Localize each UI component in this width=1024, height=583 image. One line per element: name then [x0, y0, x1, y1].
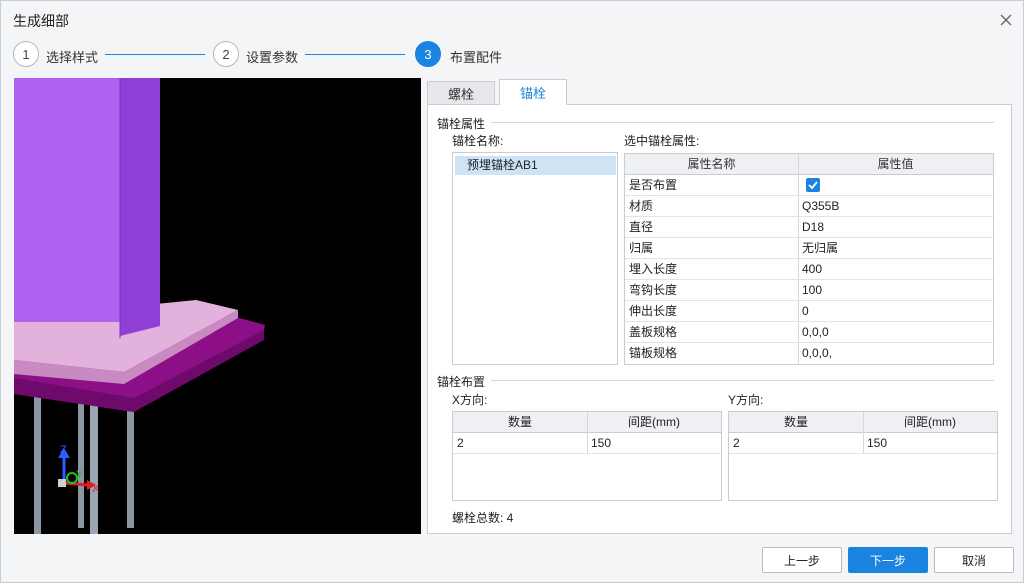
close-icon[interactable] — [997, 11, 1015, 29]
anchor-name-label: 锚栓名称: — [452, 134, 504, 148]
header-prop-value: 属性值 — [877, 157, 914, 171]
table-row[interactable]: 2 150 — [453, 433, 721, 454]
step-2-circle: 2 — [213, 41, 239, 67]
table-row[interactable]: 弯钩长度 100 — [625, 280, 993, 301]
steel-column-side — [120, 78, 160, 336]
prop-value[interactable]: D18 — [798, 217, 993, 237]
tab-bolt[interactable]: 螺栓 — [427, 81, 495, 105]
x-count-cell[interactable]: 2 — [453, 433, 587, 453]
next-button[interactable]: 下一步 — [848, 547, 928, 573]
x-direction-table: 数量 间距(mm) 2 150 — [452, 411, 722, 501]
prop-value[interactable]: 400 — [798, 259, 993, 279]
prop-value[interactable]: 0 — [798, 301, 993, 321]
table-row[interactable]: 直径 D18 — [625, 217, 993, 238]
prop-name: 盖板规格 — [629, 325, 678, 339]
step-2-label: 设置参数 — [246, 50, 299, 65]
place-checkbox[interactable] — [806, 178, 820, 192]
table-row[interactable]: 2 150 — [729, 433, 997, 454]
bolt-total: 螺栓总数: 4 — [452, 511, 514, 525]
dialog-title: 生成细部 — [13, 13, 69, 29]
header-count: 数量 — [507, 415, 532, 429]
step-3-circle: 3 — [415, 41, 441, 67]
table-row[interactable]: 埋入长度 400 — [625, 259, 993, 280]
x-spacing-cell[interactable]: 150 — [587, 433, 721, 453]
header-spacing: 间距(mm) — [904, 415, 956, 429]
step-1-circle: 1 — [13, 41, 39, 67]
table-row[interactable]: 盖板规格 0,0,0 — [625, 322, 993, 343]
tab-anchor-bolt[interactable]: 锚栓 — [499, 79, 567, 105]
axis-y-label: Y — [76, 469, 84, 481]
table-row: 是否布置 — [625, 175, 993, 196]
prop-name: 是否布置 — [629, 178, 678, 192]
selected-props-label: 选中锚栓属性: — [624, 134, 700, 148]
y-count-cell[interactable]: 2 — [729, 433, 863, 453]
anchor-property-table: 属性名称 属性值 是否布置 材质 Q355B 直径 D18 归属 无归属 埋入长… — [624, 153, 994, 365]
header-count: 数量 — [783, 415, 808, 429]
table-row[interactable]: 归属 无归属 — [625, 238, 993, 259]
cancel-button[interactable]: 取消 — [934, 547, 1014, 573]
anchor-layout-title: 锚栓布置 — [437, 375, 486, 389]
table-row[interactable]: 锚板规格 0,0,0, — [625, 343, 993, 364]
x-direction-label: X方向: — [452, 393, 488, 407]
prop-name: 材质 — [629, 199, 654, 213]
prop-name: 直径 — [629, 220, 654, 234]
prop-name: 弯钩长度 — [629, 283, 678, 297]
3d-viewport[interactable]: Z Y X — [14, 78, 421, 534]
prop-value[interactable]: 无归属 — [798, 238, 993, 258]
prop-value[interactable]: 0,0,0 — [798, 322, 993, 342]
header-spacing: 间距(mm) — [628, 415, 680, 429]
anchor-list[interactable]: 预埋锚栓AB1 — [452, 152, 618, 365]
step-3-label: 布置配件 — [450, 50, 503, 65]
generate-detail-dialog: 生成细部 1 选择样式 2 设置参数 3 布置配件 Z Y X 螺栓 锚栓 锚栓… — [0, 0, 1024, 583]
step-connector — [305, 54, 405, 55]
y-spacing-cell[interactable]: 150 — [863, 433, 997, 453]
table-row[interactable]: 材质 Q355B — [625, 196, 993, 217]
prop-name: 锚板规格 — [629, 346, 678, 360]
y-direction-label: Y方向: — [728, 393, 764, 407]
list-item[interactable]: 预埋锚栓AB1 — [455, 156, 616, 175]
prop-name: 归属 — [629, 241, 654, 255]
axis-z-label: Z — [60, 444, 67, 456]
anchor-props-title: 锚栓属性 — [437, 117, 486, 131]
group-divider — [491, 380, 994, 381]
y-direction-table: 数量 间距(mm) 2 150 — [728, 411, 998, 501]
group-divider — [491, 122, 994, 123]
header-prop-name: 属性名称 — [687, 157, 736, 171]
axis-x-label: X — [92, 483, 100, 495]
step-connector — [105, 54, 205, 55]
prev-button[interactable]: 上一步 — [762, 547, 842, 573]
prop-value[interactable]: 100 — [798, 280, 993, 300]
prop-name: 伸出长度 — [629, 304, 678, 318]
prop-value[interactable]: 0,0,0, — [798, 343, 993, 363]
prop-name: 埋入长度 — [629, 262, 678, 276]
table-header: 属性名称 属性值 — [625, 154, 993, 175]
table-row[interactable]: 伸出长度 0 — [625, 301, 993, 322]
steel-column — [14, 78, 120, 322]
prop-value[interactable]: Q355B — [798, 196, 993, 216]
step-1-label: 选择样式 — [46, 50, 99, 65]
